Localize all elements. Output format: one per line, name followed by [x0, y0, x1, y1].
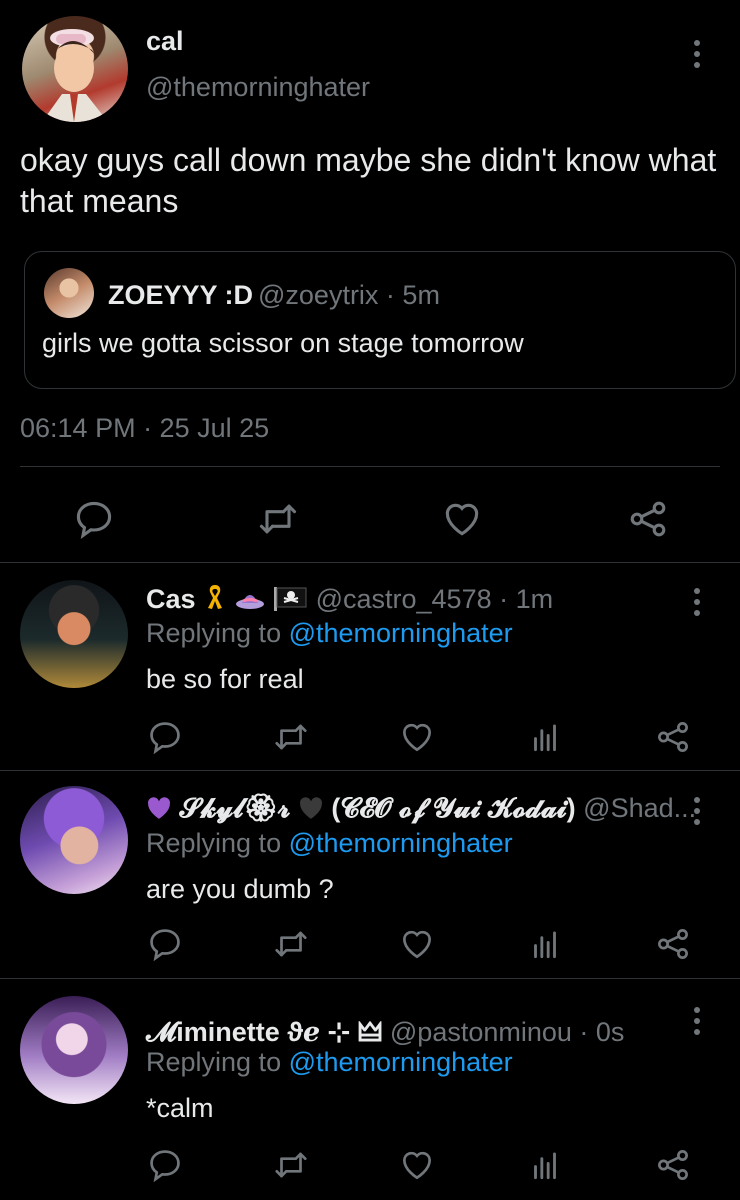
tweet-text: okay guys call down maybe she didn't kno… — [20, 142, 717, 219]
timestamp[interactable]: 06:14 PM · 25 Jul 25 — [20, 413, 269, 444]
ribbon-icon — [203, 583, 227, 611]
reply-header: Cas @castro_4578 · 1m — [146, 583, 553, 615]
divider — [0, 978, 740, 979]
quoted-text: girls we gotta scissor on stage tomorrow — [42, 328, 524, 358]
mention-link[interactable]: @themorninghater — [289, 1047, 513, 1077]
heart-icon[interactable] — [440, 497, 484, 541]
reply-text: *calm — [146, 1093, 214, 1123]
more-vertical-icon[interactable] — [692, 797, 702, 825]
more-vertical-icon[interactable] — [692, 1007, 702, 1035]
heart-icon[interactable] — [398, 718, 436, 756]
retweet-icon[interactable] — [272, 1146, 310, 1184]
reply-meta: @pastonminou · 0s — [389, 1017, 625, 1047]
divider — [0, 770, 740, 771]
speech-bubble-icon[interactable] — [72, 497, 116, 541]
speech-bubble-icon[interactable] — [146, 718, 184, 756]
replying-to-label: Replying to — [146, 1047, 282, 1077]
quoted-meta: @zoeytrix · 5m — [258, 280, 440, 310]
share-nodes-icon[interactable] — [654, 925, 692, 963]
quoted-display-name: ZOEYYY :D — [108, 280, 254, 310]
avatar[interactable] — [20, 786, 128, 894]
reply-text: are you dumb ? — [146, 874, 334, 904]
hat-icon — [235, 587, 265, 611]
speech-bubble-icon[interactable] — [146, 925, 184, 963]
share-nodes-icon[interactable] — [626, 497, 670, 541]
pirate-flag-icon — [272, 585, 308, 611]
bar-chart-icon[interactable] — [526, 1146, 564, 1184]
avatar[interactable] — [20, 580, 128, 688]
more-vertical-icon[interactable] — [692, 588, 702, 616]
reply-display-name-suffix: ϑℯ ⊹ 🜲 — [287, 1017, 383, 1047]
heart-icon[interactable] — [398, 925, 436, 963]
replying-to-label: Replying to — [146, 618, 282, 648]
reply-display-name[interactable]: Cas — [146, 584, 196, 614]
share-nodes-icon[interactable] — [654, 1146, 692, 1184]
mention-link[interactable]: @themorninghater — [289, 828, 513, 858]
avatar[interactable] — [22, 16, 128, 122]
black-heart-icon — [298, 796, 324, 820]
heart-icon[interactable] — [398, 1146, 436, 1184]
avatar[interactable] — [20, 996, 128, 1104]
reply-display-name-suffix: (𝓒𝓔𝓞 𝓸𝓯 𝓨𝓾𝓲 𝓚𝓸𝓭𝓪𝓲) — [331, 793, 576, 823]
retweet-icon[interactable] — [272, 718, 310, 756]
mention-link[interactable]: @themorninghater — [289, 618, 513, 648]
reply-text: be so for real — [146, 664, 304, 694]
bar-chart-icon[interactable] — [526, 718, 564, 756]
reply-header: 𝓢𝓴𝔂𝓵🏵𝓻 (𝓒𝓔𝓞 𝓸𝓯 𝓨𝓾𝓲 𝓚𝓸𝓭𝓪𝓲) @Shad... — [146, 792, 696, 825]
quoted-avatar[interactable] — [44, 268, 94, 318]
share-nodes-icon[interactable] — [654, 718, 692, 756]
reply-meta: @castro_4578 · 1m — [315, 584, 554, 614]
reply-display-name[interactable]: 𝓜iminette — [146, 1017, 280, 1047]
replying-to: Replying to @themorninghater — [146, 828, 513, 859]
replying-to-label: Replying to — [146, 828, 282, 858]
purple-heart-icon — [146, 796, 172, 820]
bar-chart-icon[interactable] — [526, 925, 564, 963]
speech-bubble-icon[interactable] — [146, 1146, 184, 1184]
replying-to: Replying to @themorninghater — [146, 618, 513, 649]
reply-display-name[interactable]: 𝓢𝓴𝔂𝓵🏵𝓻 — [180, 793, 291, 823]
retweet-icon[interactable] — [256, 497, 300, 541]
replying-to: Replying to @themorninghater — [146, 1047, 513, 1078]
reply-meta: @Shad... — [583, 793, 697, 823]
retweet-icon[interactable] — [272, 925, 310, 963]
divider — [20, 466, 720, 467]
quoted-tweet[interactable] — [24, 251, 736, 389]
divider — [0, 562, 740, 563]
more-vertical-icon[interactable] — [692, 40, 702, 68]
author-handle[interactable]: @themorninghater — [146, 72, 370, 103]
author-display-name[interactable]: cal — [146, 26, 184, 57]
